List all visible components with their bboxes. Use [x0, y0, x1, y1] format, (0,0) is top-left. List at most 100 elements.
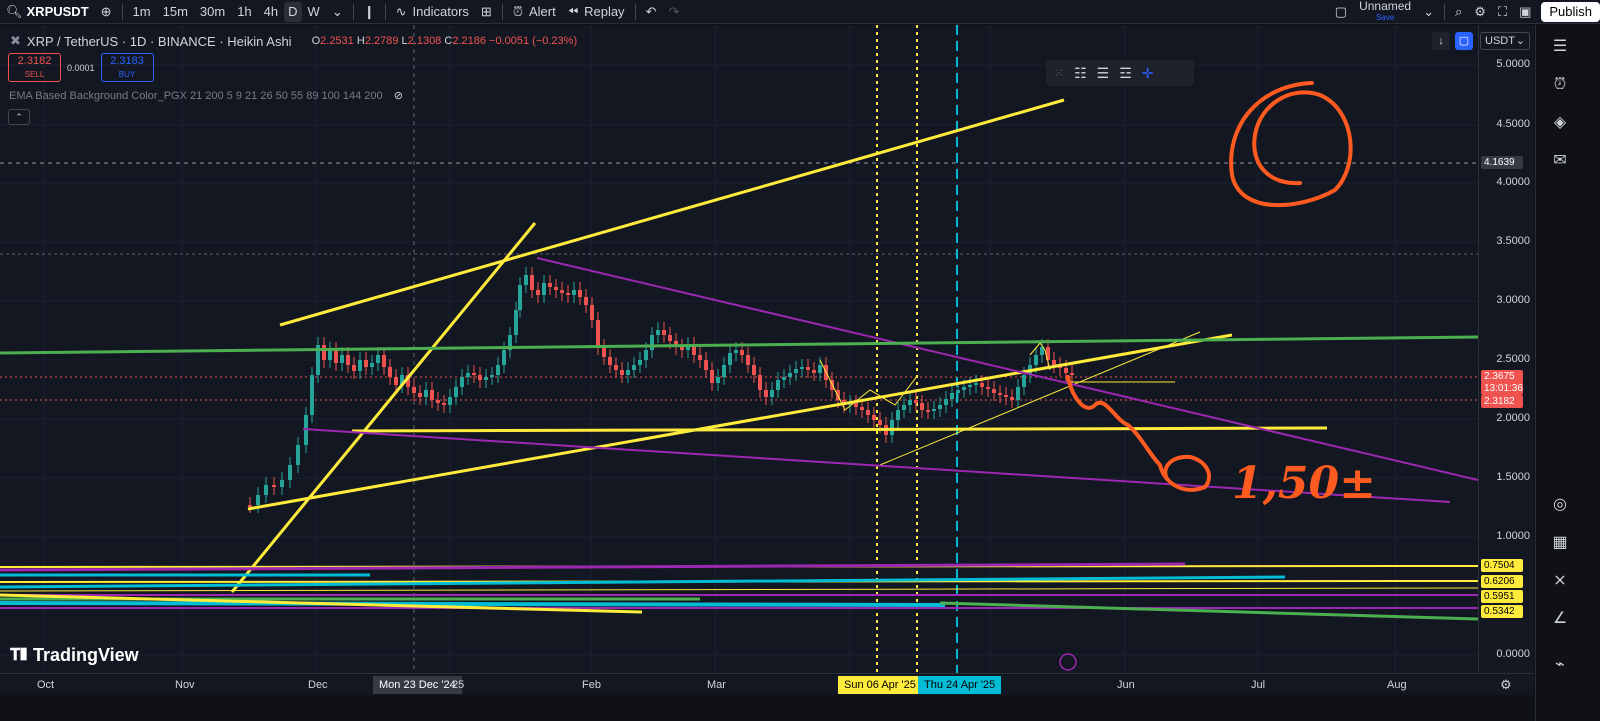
tv-logo-icon: 𝐓❚	[10, 646, 27, 664]
interval-1m[interactable]: 1m	[127, 0, 157, 24]
layout-square-button[interactable]: ▢	[1329, 0, 1353, 24]
sell-button[interactable]: 2.3182 SELL	[8, 53, 61, 82]
time-label-dec: Dec	[308, 679, 328, 691]
crosshair-icon[interactable]: ✛	[1142, 65, 1154, 82]
layout-dropdown[interactable]: ⌄	[1417, 0, 1440, 24]
candle-body	[962, 387, 966, 390]
layout-name-button[interactable]: Unnamed Save	[1353, 0, 1417, 24]
buy-label: BUY	[118, 70, 136, 79]
camera-icon: ▣	[1519, 3, 1532, 19]
candle-body	[502, 350, 506, 365]
quick-search-button[interactable]: ⌕	[1449, 0, 1468, 24]
legend-title[interactable]: XRP / TetherUS · 1D · BINANCE · Heikin A…	[27, 34, 292, 49]
target-icon[interactable]: ◎	[1550, 495, 1570, 515]
replay-button[interactable]: ⏪︎ Replay	[562, 0, 631, 24]
candle-body	[328, 350, 332, 360]
alert-button[interactable]: ⏰︎ Alert	[507, 0, 562, 24]
price-tick-label: 3.0000	[1496, 294, 1530, 306]
level-tag-4: 0.5342	[1481, 605, 1523, 618]
time-label-oct: Oct	[37, 679, 55, 691]
redo-button[interactable]: ↷	[662, 0, 685, 24]
chart-canvas[interactable]: 1,50±	[0, 25, 1478, 695]
candle-body	[986, 387, 990, 389]
ruler-icon[interactable]: ∠	[1550, 609, 1570, 629]
chevron-up-icon: ⌃	[15, 112, 23, 122]
target-annotation: 1,50±	[1232, 458, 1376, 509]
alert-label: Alert	[528, 4, 556, 19]
interval-1w[interactable]: W	[302, 0, 326, 24]
auto-scale-icon: ▢	[1458, 35, 1470, 47]
chart-pane[interactable]: 1,50± ✖ XRP / TetherUS · 1D · BINANCE · …	[0, 25, 1478, 695]
fullscreen-button[interactable]: ⛶	[1492, 0, 1513, 24]
chart-type-button[interactable]: ❙	[358, 0, 381, 24]
level-tag-2: 0.6206	[1481, 575, 1523, 588]
price-axis[interactable]: 5.0000 4.5000 4.0000 3.5000 3.0000 2.5000 2.00…	[1478, 25, 1534, 695]
candle-body	[776, 380, 780, 390]
high-value: 2.2789	[364, 35, 399, 47]
candle-body	[460, 377, 464, 387]
indicators-button[interactable]: ∿ Indicators	[390, 0, 475, 24]
open-label: O	[311, 35, 321, 47]
candle-body	[854, 403, 858, 407]
buy-button[interactable]: 2.3183 BUY	[100, 53, 154, 82]
templates-button[interactable]: ⊞	[475, 0, 498, 24]
candle-body	[1064, 368, 1068, 373]
snapshot-button[interactable]: ▣	[1513, 0, 1537, 24]
watchlist-icon[interactable]: ☰	[1550, 37, 1570, 57]
broadcast-icon[interactable]: ⌁	[1550, 655, 1570, 675]
orange-circle-drawing	[1229, 81, 1353, 208]
lightning-icon	[1059, 653, 1077, 671]
symbol-search[interactable]: 🔍︎ XRPUSDT	[0, 0, 95, 24]
interval-15m[interactable]: 15m	[157, 0, 194, 24]
candle-body	[424, 390, 428, 397]
settings-button[interactable]: ⚙︎	[1468, 0, 1492, 24]
publish-button[interactable]: Publish	[1541, 1, 1600, 22]
price-tick-label: 3.5000	[1496, 235, 1530, 247]
candle-body	[974, 383, 978, 385]
buy-sell-panel: 2.3182 SELL 0.0001 2.3183 BUY	[8, 53, 154, 82]
calendar-icon[interactable]: ▦	[1550, 533, 1570, 553]
alerts-clock-icon[interactable]: ⏰︎	[1550, 75, 1570, 95]
candle-body	[764, 390, 768, 397]
chevron-down-icon: ⌄	[331, 3, 343, 19]
pattern-icon[interactable]: ⨯	[1550, 571, 1570, 591]
interval-4h[interactable]: 4h	[258, 0, 284, 24]
line-tool-icon[interactable]: ☷	[1074, 65, 1087, 82]
candle-body	[524, 275, 528, 285]
candle-body	[872, 415, 876, 420]
interval-1d[interactable]: D	[284, 1, 302, 22]
time-tag-apr24: Thu 24 Apr '25	[918, 676, 1002, 694]
candle-body	[728, 353, 732, 365]
settings-sliders-icon[interactable]: ☲	[1119, 65, 1132, 82]
time-axis[interactable]: Oct Nov Dec Mon 23 Dec '24 25 Feb Mar Su…	[0, 673, 1534, 695]
alarm-clock-icon: ⏰︎	[512, 3, 523, 19]
currency-select[interactable]: USDT ⌄	[1480, 32, 1530, 50]
eye-hidden-icon[interactable]: ⊘	[394, 90, 403, 102]
drag-handle-icon[interactable]: ⁙	[1054, 66, 1064, 80]
undo-button[interactable]: ↶	[640, 0, 663, 24]
candle-body	[752, 365, 756, 375]
line-style-icon[interactable]: ☰	[1097, 65, 1110, 82]
interval-1h[interactable]: 1h	[231, 0, 257, 24]
currency-label: USDT	[1485, 35, 1515, 47]
green-resistance-line	[0, 335, 1478, 355]
candle-body	[1052, 360, 1056, 365]
chat-icon[interactable]: ✉︎	[1550, 151, 1570, 171]
chart-settings-button[interactable]: ⚙︎	[1500, 677, 1512, 693]
auto-scale-button[interactable]: ▢	[1455, 32, 1473, 50]
interval-dropdown[interactable]: ⌄	[326, 0, 349, 24]
candle-body	[394, 377, 398, 385]
indicator-legend[interactable]: EMA Based Background Color_PGX 21 200 5 …	[9, 89, 403, 102]
layers-icon[interactable]: ◈	[1550, 113, 1570, 133]
candle-body	[944, 399, 948, 405]
scroll-to-realtime-button[interactable]: ↓	[1432, 32, 1450, 50]
candle-body	[584, 297, 588, 305]
candle-body	[490, 375, 494, 377]
redo-icon: ↷	[668, 3, 680, 19]
candle-body	[890, 420, 894, 435]
compare-symbol-button[interactable]: ⊕	[95, 0, 118, 24]
interval-30m[interactable]: 30m	[194, 0, 231, 24]
legend-collapse-button[interactable]: ⌃	[8, 109, 30, 125]
candle-body	[638, 360, 642, 365]
candle-body	[710, 370, 714, 383]
